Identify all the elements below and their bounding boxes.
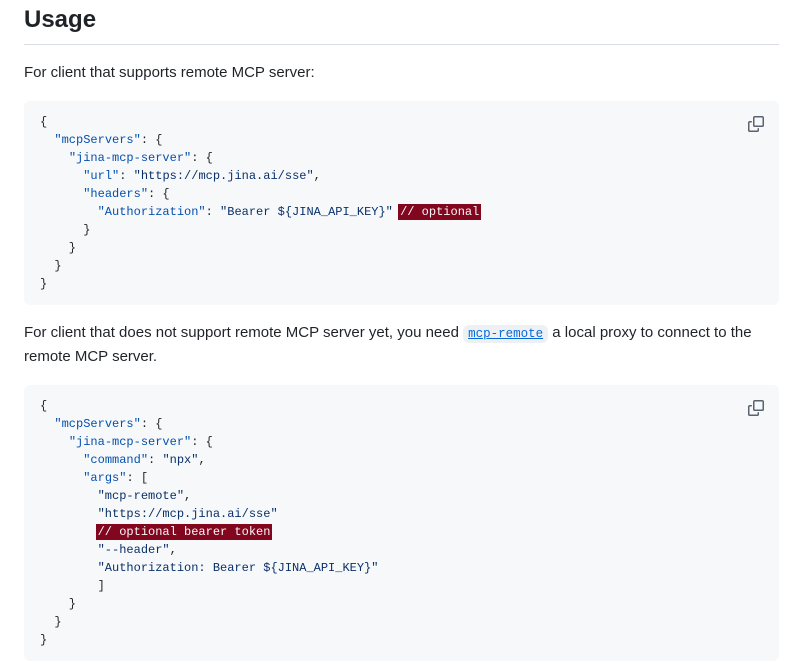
code-line: "command": "npx",: [40, 451, 763, 469]
readme-content: Usage For client that supports remote MC…: [0, 0, 800, 661]
code-line: }: [40, 221, 763, 239]
code-line: "mcpServers": {: [40, 415, 763, 433]
code-line: "Authorization": "Bearer ${JINA_API_KEY}…: [40, 203, 763, 221]
code-line: "--header",: [40, 541, 763, 559]
code-line: // optional bearer token: [40, 523, 763, 541]
code-line: "jina-mcp-server": {: [40, 149, 763, 167]
code-line: }: [40, 275, 763, 293]
code-block-remote-config: { "mcpServers": { "jina-mcp-server": { "…: [24, 101, 779, 305]
code-line: "Authorization: Bearer ${JINA_API_KEY}": [40, 559, 763, 577]
code-content: { "mcpServers": { "jina-mcp-server": { "…: [40, 397, 763, 649]
code-line: "jina-mcp-server": {: [40, 433, 763, 451]
code-line: }: [40, 257, 763, 275]
copy-button[interactable]: [742, 110, 770, 138]
code-line: }: [40, 613, 763, 631]
proxy-note-paragraph: For client that does not support remote …: [24, 321, 779, 369]
usage-heading: Usage: [24, 0, 779, 45]
code-line: {: [40, 397, 763, 415]
code-line: ]: [40, 577, 763, 595]
code-line: }: [40, 239, 763, 257]
code-line: "mcp-remote",: [40, 487, 763, 505]
mcp-remote-link[interactable]: mcp-remote: [463, 325, 548, 343]
code-line: "args": [: [40, 469, 763, 487]
code-line: }: [40, 595, 763, 613]
proxy-note-before: For client that does not support remote …: [24, 324, 463, 341]
code-line: }: [40, 631, 763, 649]
code-line: "mcpServers": {: [40, 131, 763, 149]
code-block-proxy-config: { "mcpServers": { "jina-mcp-server": { "…: [24, 385, 779, 661]
code-line: "url": "https://mcp.jina.ai/sse",: [40, 167, 763, 185]
code-line: "headers": {: [40, 185, 763, 203]
copy-button[interactable]: [742, 394, 770, 422]
code-line: {: [40, 113, 763, 131]
copy-icon: [748, 400, 764, 416]
intro-paragraph: For client that supports remote MCP serv…: [24, 61, 779, 85]
code-line: "https://mcp.jina.ai/sse": [40, 505, 763, 523]
code-content: { "mcpServers": { "jina-mcp-server": { "…: [40, 113, 763, 293]
copy-icon: [748, 116, 764, 132]
